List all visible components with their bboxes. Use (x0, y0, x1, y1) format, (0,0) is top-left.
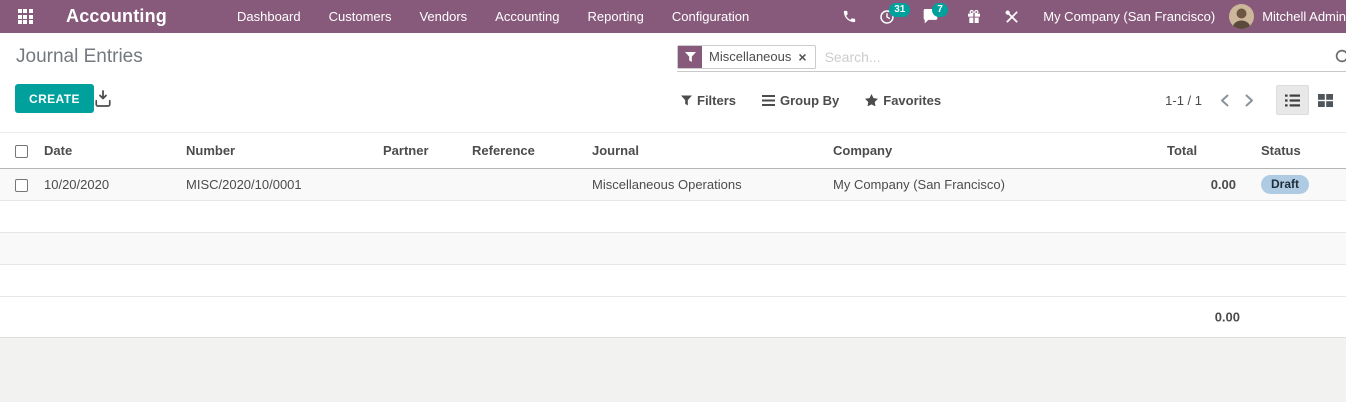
page-title: Journal Entries (16, 46, 143, 68)
messages-chat-icon[interactable]: 7 (922, 9, 939, 24)
journal-entries-table: Date Number Partner Reference Journal Co… (0, 132, 1346, 297)
row-checkbox[interactable] (15, 179, 28, 192)
empty-row (0, 233, 1346, 265)
col-header-reference[interactable]: Reference (472, 133, 592, 169)
empty-row (0, 201, 1346, 233)
pager-next-icon[interactable] (1237, 94, 1262, 107)
export-download-icon[interactable] (94, 90, 112, 107)
list-view-button[interactable] (1276, 85, 1309, 115)
filter-funnel-icon (678, 46, 702, 68)
company-switcher[interactable]: My Company (San Francisco) (1043, 9, 1215, 24)
control-panel-top: Journal Entries Miscellaneous × (0, 33, 1346, 80)
activity-count-badge: 31 (889, 3, 910, 17)
navbar-right: 31 7 My Company (831, 4, 1346, 29)
table-header-row: Date Number Partner Reference Journal Co… (0, 133, 1346, 169)
activities-clock-icon[interactable]: 31 (879, 9, 895, 25)
facet-label: Miscellaneous (702, 46, 798, 68)
main-menu: Dashboard Customers Vendors Accounting R… (223, 0, 763, 33)
pager-and-views: 1-1 / 1 (1165, 80, 1342, 120)
cell-number[interactable]: MISC/2020/10/0001 (186, 169, 383, 201)
cell-date[interactable]: 10/20/2020 (44, 169, 186, 201)
menu-item-dashboard[interactable]: Dashboard (223, 0, 315, 33)
col-header-total[interactable]: Total (1167, 133, 1240, 169)
col-header-date[interactable]: Date (44, 133, 186, 169)
col-header-partner[interactable]: Partner (383, 133, 472, 169)
select-all-checkbox[interactable] (15, 145, 28, 158)
menu-item-vendors[interactable]: Vendors (405, 0, 481, 33)
odoo-accounting-screen: Accounting Dashboard Customers Vendors A… (0, 0, 1346, 402)
create-button[interactable]: CREATE (15, 84, 94, 113)
cell-reference[interactable] (472, 169, 592, 201)
cell-journal[interactable]: Miscellaneous Operations (592, 169, 833, 201)
group-by-label: Group By (780, 93, 839, 108)
status-badge: Draft (1261, 175, 1309, 194)
col-header-company[interactable]: Company (833, 133, 1167, 169)
user-menu[interactable]: Mitchell Admin (1262, 9, 1346, 24)
empty-row (0, 265, 1346, 297)
table-row[interactable]: 10/20/2020 MISC/2020/10/0001 Miscellaneo… (0, 169, 1346, 201)
search-facet: Miscellaneous × (677, 45, 816, 69)
filters-label: Filters (697, 93, 736, 108)
grand-total-value: 0.00 (1215, 310, 1240, 325)
view-switcher (1276, 85, 1342, 115)
top-navbar: Accounting Dashboard Customers Vendors A… (0, 0, 1346, 33)
pager-value[interactable]: 1-1 / 1 (1165, 93, 1202, 108)
kanban-view-button[interactable] (1309, 85, 1342, 115)
avatar[interactable] (1229, 4, 1254, 29)
message-count-badge: 7 (932, 3, 948, 17)
favorites-button[interactable]: Favorites (865, 93, 941, 108)
filters-button[interactable]: Filters (681, 93, 736, 108)
apps-menu-icon[interactable] (8, 0, 42, 33)
cell-total[interactable]: 0.00 (1167, 169, 1240, 201)
menu-item-reporting[interactable]: Reporting (574, 0, 658, 33)
group-by-button[interactable]: Group By (762, 93, 839, 108)
cell-company[interactable]: My Company (San Francisco) (833, 169, 1167, 201)
star-icon (865, 94, 878, 106)
search-magnifier-icon[interactable] (1335, 49, 1346, 66)
support-tools-icon[interactable] (1004, 9, 1020, 25)
grid-icon (18, 9, 33, 24)
search-options: Filters Group By Favorites (681, 80, 941, 120)
gift-icon[interactable] (966, 9, 982, 25)
page-background (0, 338, 1346, 402)
search-bar: Miscellaneous × (677, 42, 1346, 72)
menu-item-customers[interactable]: Customers (315, 0, 406, 33)
funnel-icon (681, 95, 692, 106)
phone-icon[interactable] (842, 9, 857, 24)
control-panel-buttons: CREATE Filters Group By Favorites 1-1 / … (0, 80, 1346, 120)
cell-status[interactable]: Draft (1240, 169, 1346, 201)
menu-item-configuration[interactable]: Configuration (658, 0, 763, 33)
col-header-journal[interactable]: Journal (592, 133, 833, 169)
list-icon (1285, 94, 1300, 107)
favorites-label: Favorites (883, 93, 941, 108)
pager-previous-icon[interactable] (1212, 94, 1237, 107)
col-header-status[interactable]: Status (1240, 133, 1346, 169)
facet-remove-icon[interactable]: × (798, 46, 814, 68)
totals-row: 0.00 (0, 297, 1346, 338)
menu-item-accounting[interactable]: Accounting (481, 0, 573, 33)
cell-partner[interactable] (383, 169, 472, 201)
kanban-icon (1318, 94, 1333, 107)
app-title: Accounting (66, 6, 167, 27)
col-header-number[interactable]: Number (186, 133, 383, 169)
search-input[interactable] (825, 49, 1346, 65)
bars-icon (762, 95, 775, 106)
